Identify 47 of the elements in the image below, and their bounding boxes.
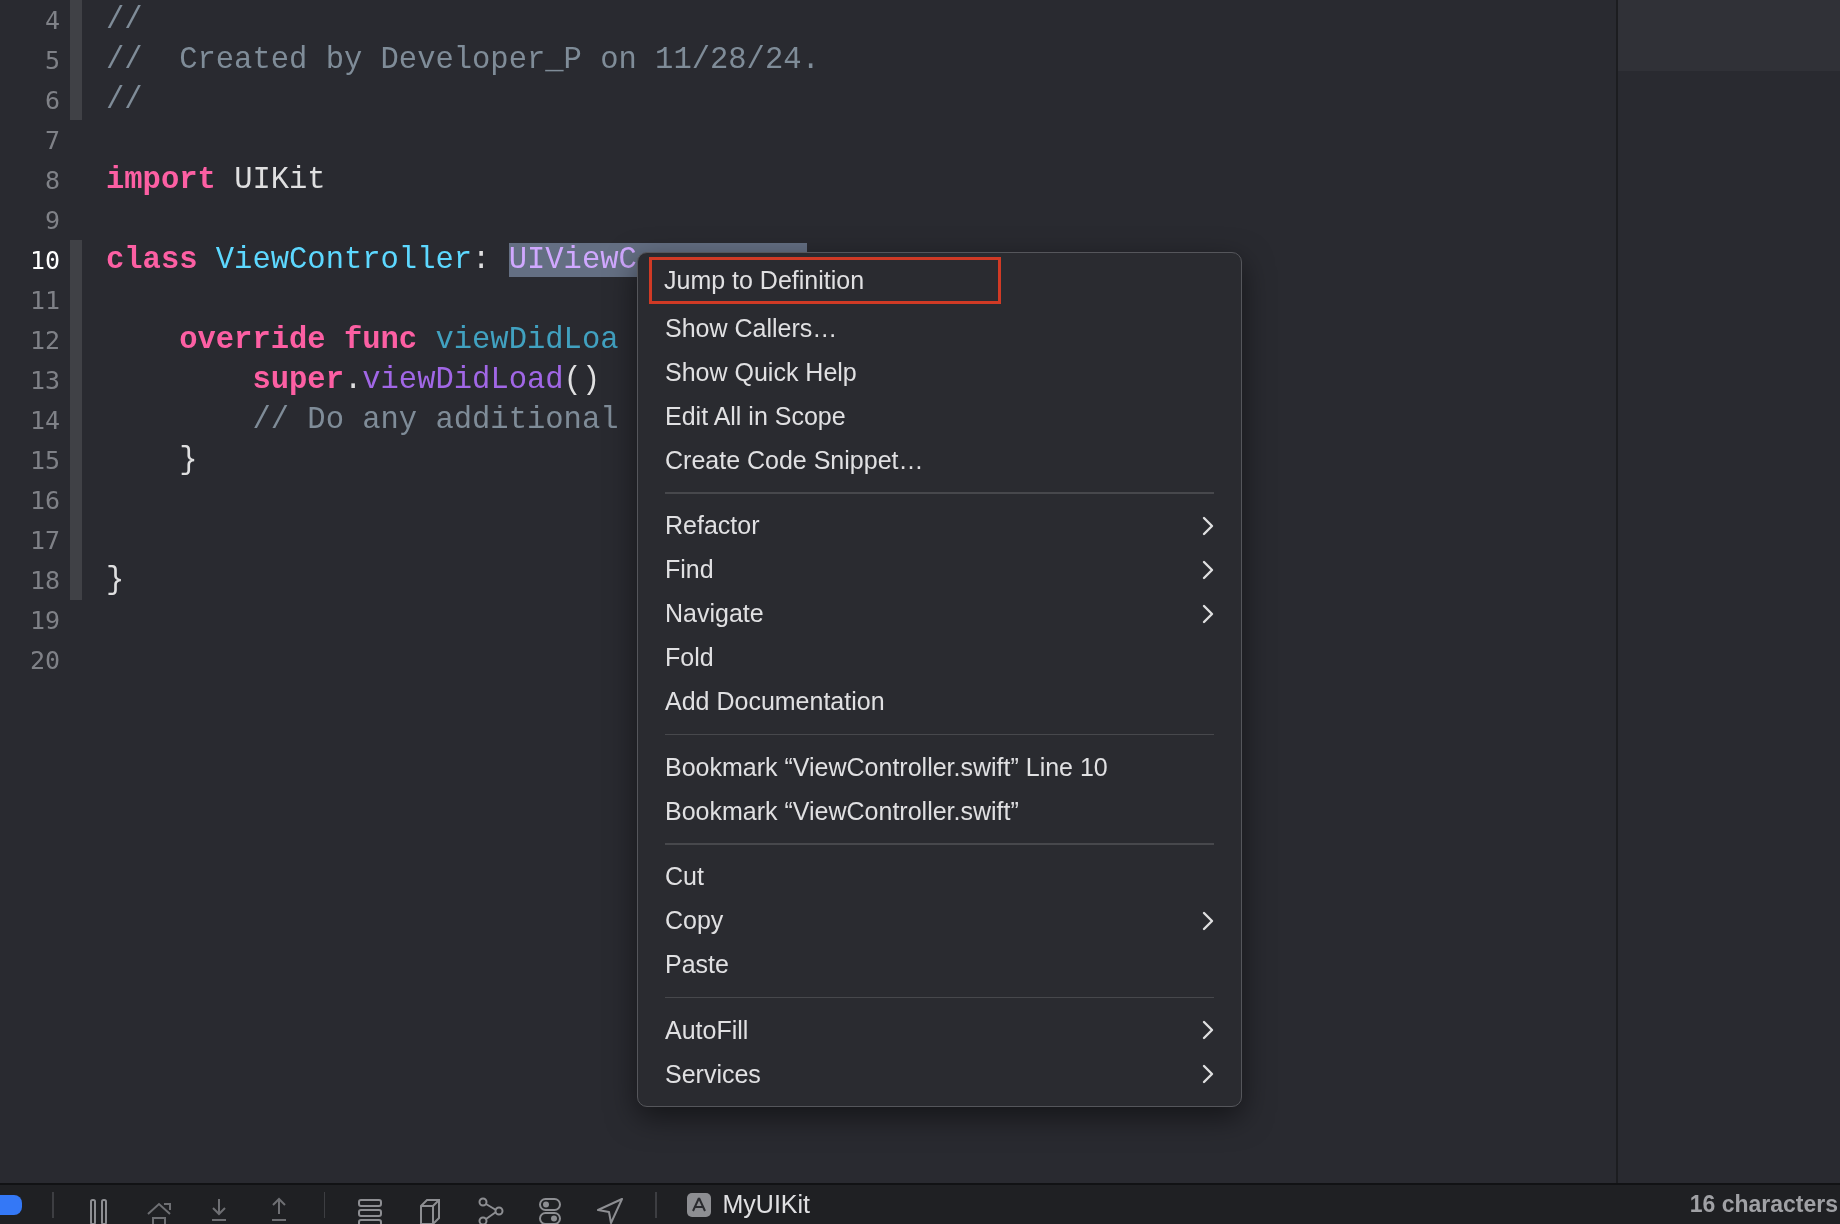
line-number: 19 bbox=[28, 605, 60, 635]
line-number: 12 bbox=[28, 325, 60, 355]
menu-item[interactable]: Add Documentation bbox=[638, 679, 1241, 724]
code-line: // bbox=[106, 3, 143, 37]
menu-item[interactable]: Find bbox=[638, 547, 1241, 592]
line-number: 16 bbox=[28, 485, 60, 515]
scheme-name[interactable]: MyUIKit bbox=[722, 1190, 810, 1220]
line-number: 9 bbox=[43, 205, 60, 235]
line-number: 15 bbox=[28, 445, 60, 475]
menu-item[interactable]: Fold bbox=[638, 635, 1241, 680]
breakpoints-icon[interactable] bbox=[0, 1194, 22, 1215]
line-number: 7 bbox=[43, 125, 60, 155]
menu-item[interactable]: Create Code Snippet… bbox=[638, 438, 1241, 482]
menu-item[interactable]: Paste bbox=[638, 942, 1241, 987]
menu-item[interactable]: Edit All in Scope bbox=[638, 394, 1241, 438]
code-line: } bbox=[178, 443, 198, 477]
line-number: 11 bbox=[28, 285, 60, 315]
app-icon bbox=[686, 1192, 711, 1217]
menu-item[interactable]: Bookmark “ViewController.swift” Line 10 bbox=[638, 745, 1241, 789]
menu-item[interactable]: Bookmark “ViewController.swift” bbox=[638, 789, 1241, 833]
line-number: 8 bbox=[43, 165, 60, 195]
line-number: 18 bbox=[28, 565, 60, 595]
code-line: override func viewDidLoa bbox=[178, 323, 619, 357]
character-count: 16 characters bbox=[1689, 1191, 1838, 1219]
line-number: 20 bbox=[28, 645, 60, 675]
menu-item[interactable]: AutoFill bbox=[638, 1008, 1241, 1052]
line-number: 6 bbox=[43, 85, 60, 115]
line-number: 17 bbox=[28, 525, 60, 555]
line-number: 4 bbox=[43, 5, 60, 35]
code-line: } bbox=[106, 563, 125, 597]
menu-item[interactable]: Cut bbox=[638, 854, 1241, 899]
code-line: // Created by Developer_P on 11/28/24. bbox=[106, 43, 820, 77]
menu-item[interactable]: Navigate bbox=[638, 591, 1241, 636]
location-arrow-icon[interactable] bbox=[595, 1195, 625, 1224]
line-number: 5 bbox=[43, 45, 60, 75]
code-line: // bbox=[106, 83, 143, 117]
menu-item[interactable]: Copy bbox=[638, 898, 1241, 943]
line-number: 13 bbox=[28, 365, 60, 395]
menu-item[interactable]: Show Callers… bbox=[638, 306, 1241, 350]
menu-item[interactable]: Services bbox=[638, 1052, 1241, 1096]
code-line: super.viewDidLoad() bbox=[251, 363, 601, 397]
code-line: import UIKit bbox=[106, 163, 326, 197]
menu-item[interactable]: Refactor bbox=[638, 503, 1241, 548]
line-number: 14 bbox=[28, 405, 60, 435]
line-number: 10 bbox=[28, 245, 60, 275]
menu-item[interactable]: Show Quick Help bbox=[638, 350, 1241, 394]
code-line: // Do any additional bbox=[251, 403, 619, 437]
